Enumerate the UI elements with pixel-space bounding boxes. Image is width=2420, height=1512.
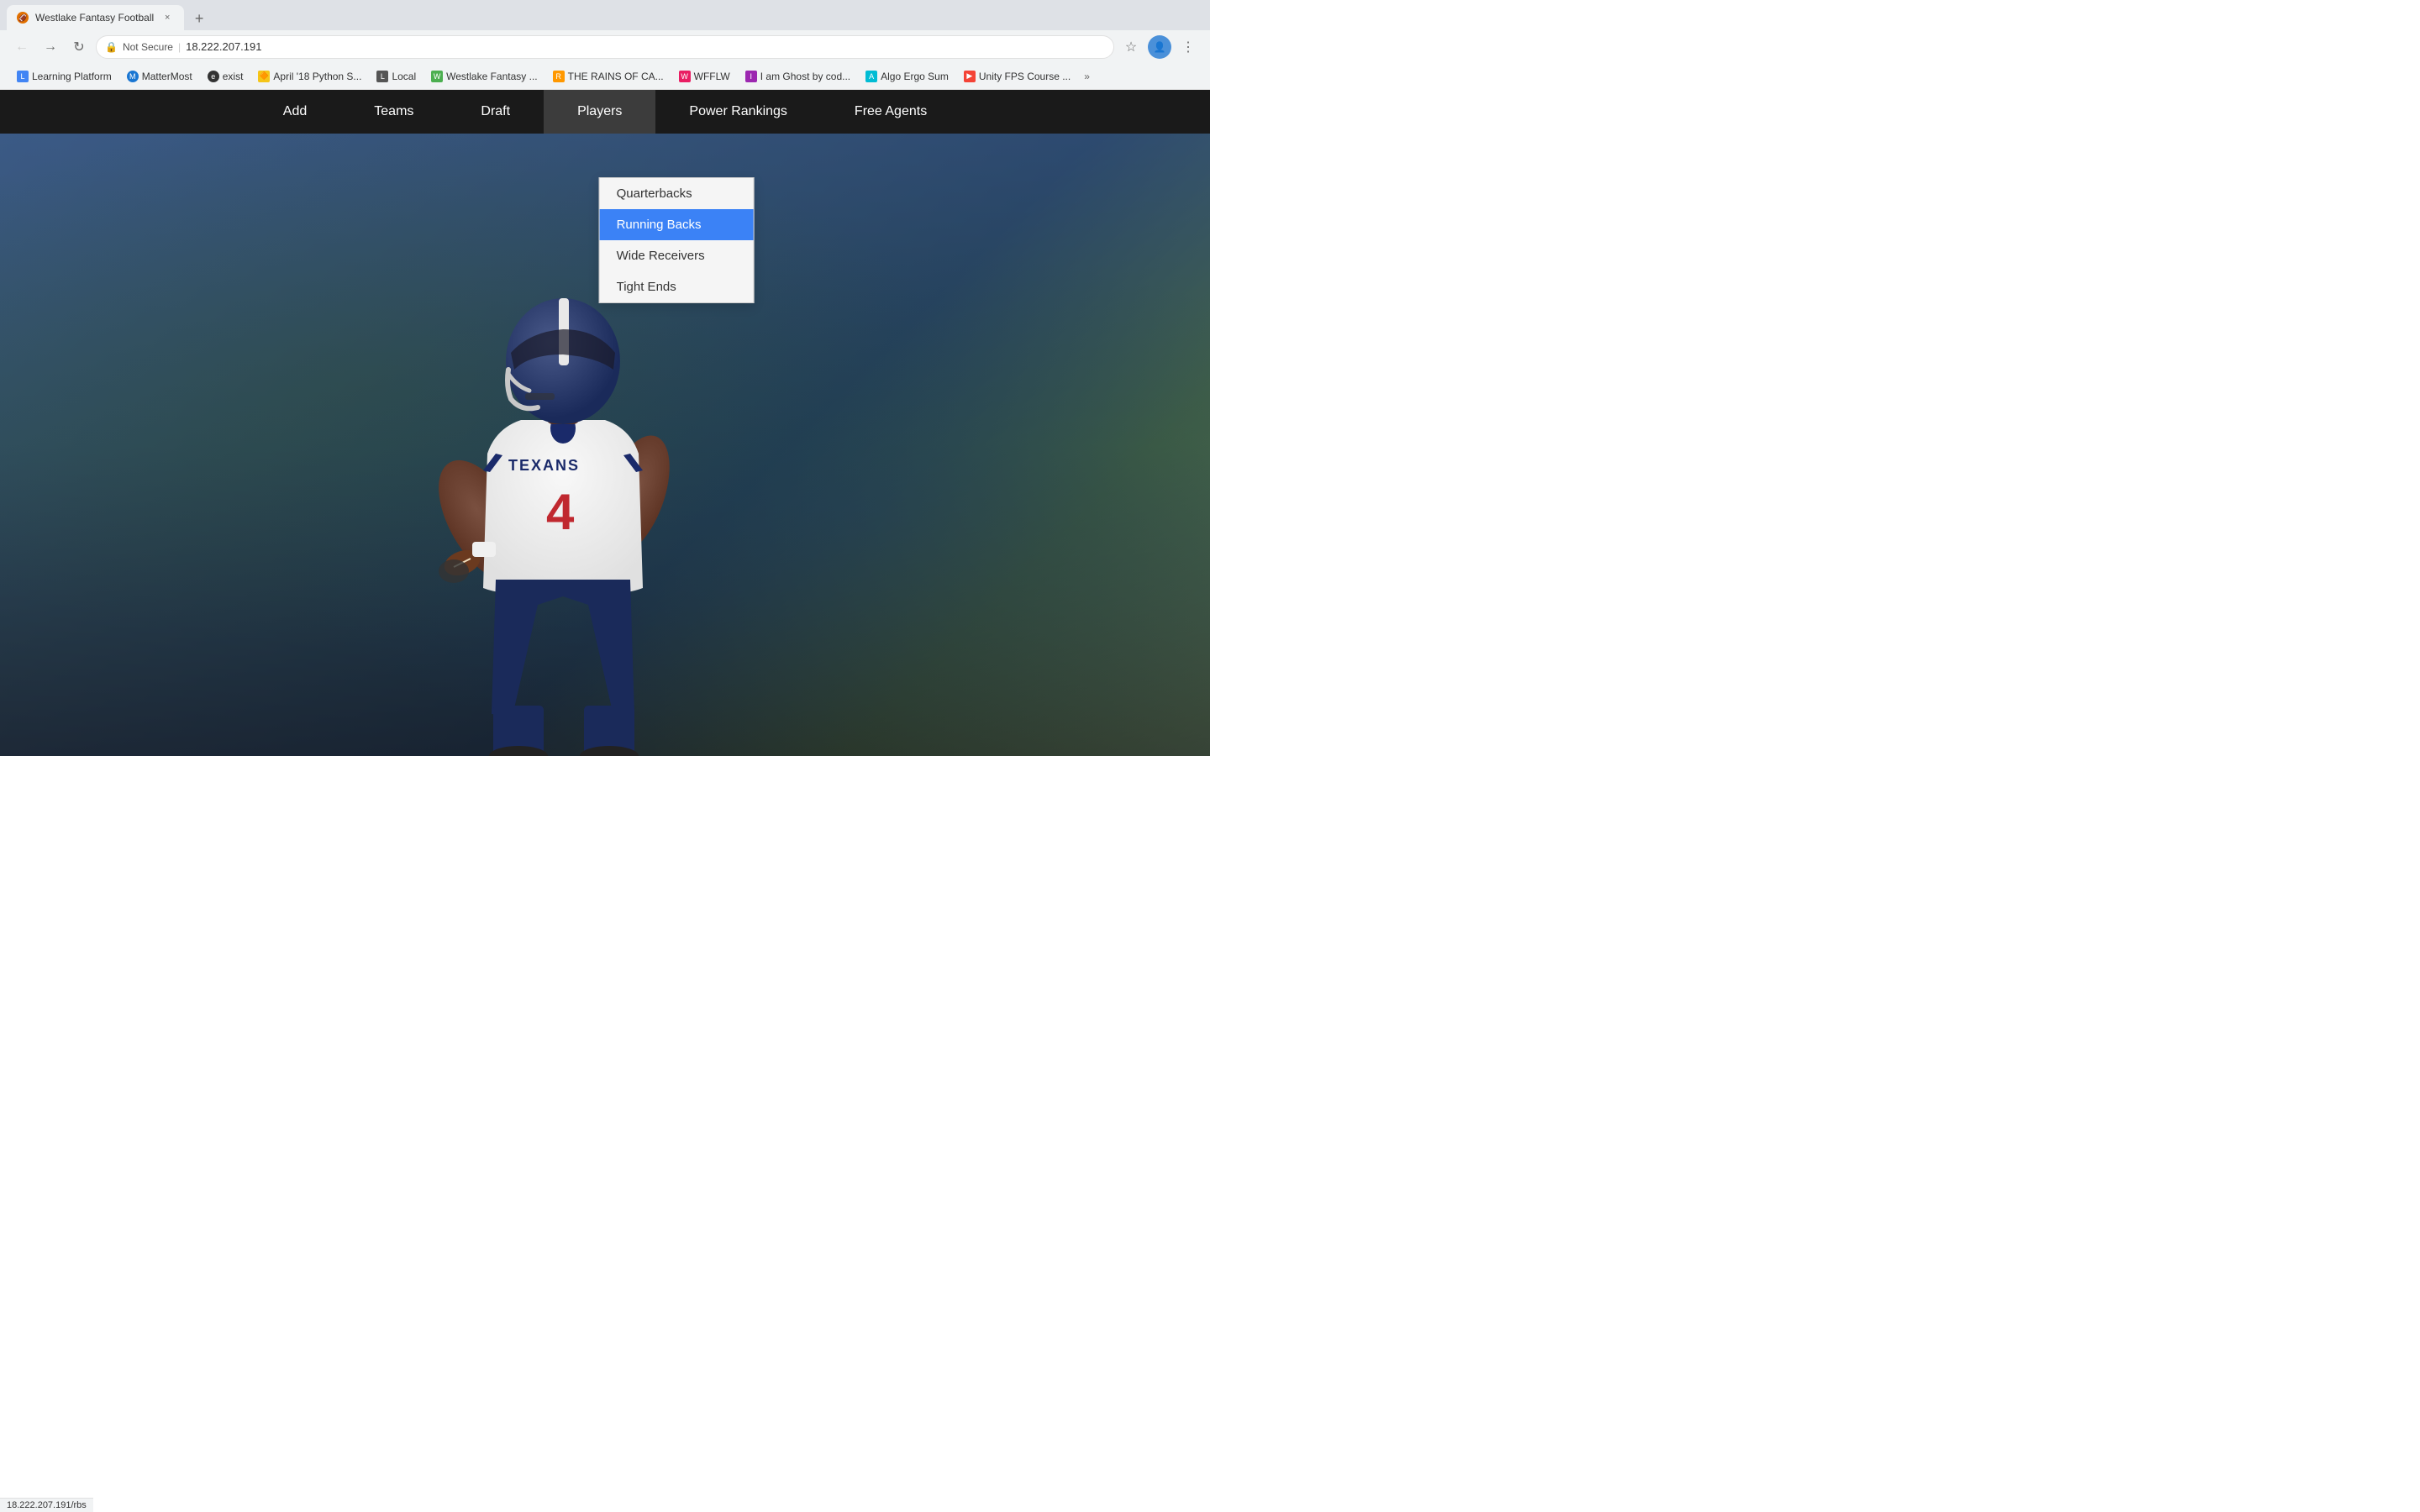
active-tab[interactable]: 🏈 Westlake Fantasy Football × [7,5,184,30]
bookmark-exist[interactable]: e exist [201,67,250,86]
profile-button[interactable]: 👤 [1148,35,1171,59]
tab-bar: 🏈 Westlake Fantasy Football × + [0,0,1210,30]
bookmark-favicon: ▶ [964,71,976,82]
bookmark-favicon: R [553,71,565,82]
bookmark-learning-platform[interactable]: L Learning Platform [10,67,118,86]
bookmark-star-button[interactable]: ☆ [1119,35,1143,59]
bookmark-favicon: W [679,71,691,82]
dropdown-item-running-backs[interactable]: Running Backs [600,209,754,240]
nav-item-free-agents[interactable]: Free Agents [821,90,960,134]
bookmark-label: MatterMost [142,71,192,82]
hero-section: 4 TEXANS [0,134,1210,756]
bookmark-label: Algo Ergo Sum [881,71,949,82]
nav-bar: ← → ↻ 🔒 Not Secure | 18.222.207.191 ☆ 👤 … [0,30,1210,63]
browser-menu-button[interactable]: ⋮ [1176,35,1200,59]
status-bar: 18.222.207.191/rbs [0,1498,93,1512]
app-content: Add Teams Draft Players Power Rankings F… [0,90,1210,756]
nav-menu: Add Teams Draft Players Power Rankings F… [250,90,960,134]
nav-item-teams[interactable]: Teams [340,90,447,134]
bookmark-unity[interactable]: ▶ Unity FPS Course ... [957,67,1077,86]
bookmark-label: Local [392,71,416,82]
bookmark-favicon: M [127,71,139,82]
bookmark-local[interactable]: L Local [370,67,423,86]
status-url: 18.222.207.191/rbs [7,1500,87,1510]
dropdown-item-wide-receivers[interactable]: Wide Receivers [600,240,754,271]
bookmark-favicon: 🔶 [258,71,270,82]
tab-title: Westlake Fantasy Football [35,12,154,24]
svg-text:4: 4 [546,484,575,540]
bookmark-april-python[interactable]: 🔶 April '18 Python S... [251,67,368,86]
bookmark-label: Learning Platform [32,71,112,82]
bookmark-label: exist [223,71,244,82]
bookmark-iam-ghost[interactable]: I I am Ghost by cod... [739,67,857,86]
bookmarks-bar: L Learning Platform M MatterMost e exist… [0,63,1210,90]
dropdown-item-quarterbacks[interactable]: Quarterbacks [600,178,754,209]
players-dropdown: Quarterbacks Running Backs Wide Receiver… [599,177,755,303]
url-display: 18.222.207.191 [186,40,261,53]
bookmark-label: Westlake Fantasy ... [446,71,538,82]
bookmark-label: I am Ghost by cod... [760,71,850,82]
bookmark-rains[interactable]: R THE RAINS OF CA... [546,67,671,86]
bookmark-favicon: A [865,71,877,82]
bookmark-label: THE RAINS OF CA... [568,71,664,82]
bookmark-label: Unity FPS Course ... [979,71,1071,82]
not-secure-label: Not Secure [123,41,173,53]
nav-item-add[interactable]: Add [250,90,340,134]
bookmarks-more-button[interactable]: » [1079,67,1095,86]
address-bar[interactable]: 🔒 Not Secure | 18.222.207.191 [96,35,1114,59]
bookmark-favicon: W [431,71,443,82]
top-nav: Add Teams Draft Players Power Rankings F… [0,90,1210,134]
lock-icon: 🔒 [105,41,118,53]
nav-item-players[interactable]: Players [544,90,655,134]
tab-close-button[interactable]: × [160,11,174,24]
back-button[interactable]: ← [10,35,34,59]
svg-text:TEXANS: TEXANS [508,457,580,474]
nav-item-power-rankings[interactable]: Power Rankings [655,90,821,134]
bookmark-label: April '18 Python S... [273,71,361,82]
bookmark-favicon: L [376,71,388,82]
forward-button[interactable]: → [39,35,62,59]
bookmark-algo[interactable]: A Algo Ergo Sum [859,67,955,86]
dropdown-item-tight-ends[interactable]: Tight Ends [600,271,754,302]
bookmark-favicon: e [208,71,219,82]
new-tab-button[interactable]: + [187,7,211,30]
nav-item-draft[interactable]: Draft [447,90,544,134]
tab-favicon: 🏈 [17,12,29,24]
bookmark-wfflw[interactable]: W WFFLW [672,67,737,86]
bookmark-favicon: L [17,71,29,82]
bookmark-westlake[interactable]: W Westlake Fantasy ... [424,67,544,86]
separator: | [178,41,181,53]
bookmark-label: WFFLW [694,71,730,82]
bookmark-mattermost[interactable]: M MatterMost [120,67,199,86]
bookmark-favicon: I [745,71,757,82]
browser-chrome: 🏈 Westlake Fantasy Football × + ← → ↻ 🔒 … [0,0,1210,90]
refresh-button[interactable]: ↻ [67,35,91,59]
